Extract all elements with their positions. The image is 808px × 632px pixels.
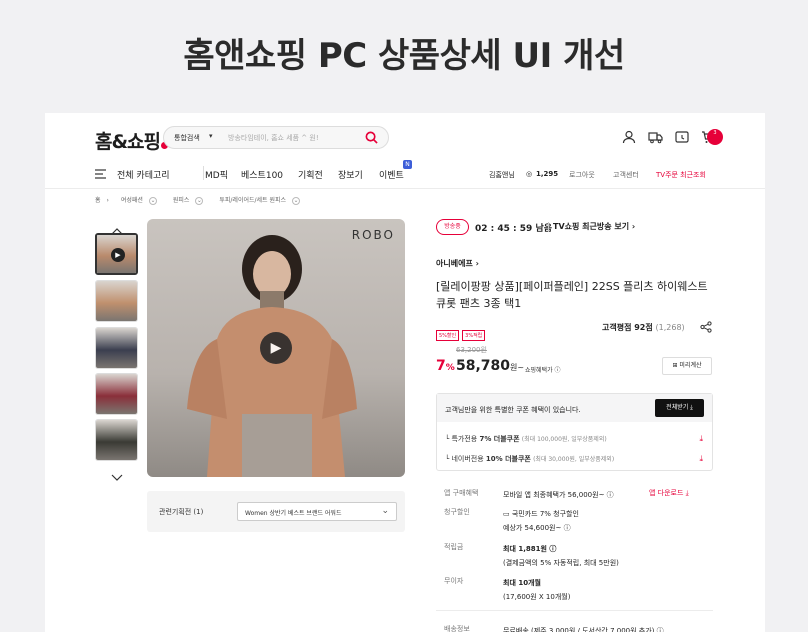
- coupon-row: └ 특가전용 7% 더블쿠폰 (최대 100,000원, 일부상품제외) ⤓: [445, 434, 703, 444]
- site-logo[interactable]: 홈&쇼핑: [95, 127, 169, 154]
- search-icon[interactable]: [365, 131, 378, 144]
- cart-count-badge: 3: [707, 129, 723, 145]
- nav-item-grocery[interactable]: 장보기: [338, 168, 363, 181]
- delivery-truck-icon[interactable]: [648, 129, 664, 145]
- logout-link[interactable]: 로그아웃: [569, 170, 595, 180]
- broadcast-timer: 02 : 45 : 59 남음: [475, 224, 552, 234]
- search-input[interactable]: 방송타임테이, 홈쇼 세품 ^ 원!: [228, 133, 319, 143]
- thumbnail[interactable]: [95, 280, 138, 322]
- chevron-down-icon[interactable]: ⌄: [195, 197, 204, 205]
- tv-order-link[interactable]: TV주문 최근조회: [656, 170, 706, 180]
- points-icon: ◎: [526, 170, 533, 178]
- user-points[interactable]: 1,295: [536, 170, 558, 178]
- menu-icon[interactable]: [95, 169, 106, 182]
- thumbnail-video[interactable]: ▶: [95, 233, 138, 275]
- app-download-link[interactable]: 앱 다운로드 ⤓: [649, 488, 689, 498]
- main-nav: 전체 카테고리 MD픽 베스트100 기획전 장보기 이벤트 N 김홈앤님 ◎ …: [95, 160, 717, 186]
- all-category-button[interactable]: 전체 카테고리: [117, 168, 170, 181]
- tv-schedule-icon[interactable]: [675, 129, 691, 145]
- download-icon[interactable]: ⤓: [699, 434, 703, 444]
- expected-price: 예상가 54,600원~ ⓘ: [503, 524, 571, 532]
- on-air-badge: 방송중: [436, 219, 469, 235]
- related-promotion-select[interactable]: Women 상반기 베스트 브랜드 어워드 ⌄: [237, 502, 397, 521]
- original-price: 63,200원: [456, 346, 487, 354]
- chevron-down-icon: ⌄: [381, 506, 389, 516]
- discount-rate: 7%: [436, 358, 455, 374]
- thumb-down-icon[interactable]: [111, 466, 123, 485]
- thumbnail[interactable]: [95, 327, 138, 369]
- reward-tag: 3%적립: [462, 330, 486, 341]
- thumbnail[interactable]: [95, 373, 138, 415]
- sale-price: 58,780원~: [456, 358, 525, 374]
- get-all-coupons-button[interactable]: 전체받기 ⤓: [655, 399, 704, 417]
- chevron-down-icon[interactable]: ⌄: [148, 197, 157, 205]
- breadcrumb-item[interactable]: 여성패션: [121, 197, 143, 204]
- price-calc-button[interactable]: ⊞ 미리계산: [662, 357, 712, 375]
- review-count: (1,268): [655, 323, 685, 332]
- chevron-down-icon[interactable]: ▾: [209, 132, 213, 140]
- play-video-icon[interactable]: ▶: [260, 332, 292, 364]
- header-icons: 3: [622, 129, 723, 147]
- page-headline: 홈앤쇼핑 PC 상품상세 UI 개선: [183, 36, 625, 76]
- play-icon: ▶: [111, 248, 125, 262]
- main-product-image[interactable]: ROBO ▶: [147, 219, 405, 477]
- breadcrumb: 홈 › 여성패션 ⌄ 원피스 ⌄ 투피/레이어드/세트 원피스 ⌄: [95, 197, 301, 205]
- calculator-icon: ⊞: [672, 362, 678, 369]
- breadcrumb-item[interactable]: 원피스: [173, 197, 190, 204]
- related-promotion-label: 관련기획전 (1): [159, 508, 204, 516]
- user-icon[interactable]: [622, 129, 638, 145]
- card-discount-link[interactable]: ▭ 국민카드 7% 청구할인: [503, 507, 579, 521]
- nav-item-event[interactable]: 이벤트: [379, 168, 404, 181]
- customer-center-link[interactable]: 고객센터: [613, 170, 639, 180]
- shopping-benefit-price[interactable]: 쇼핑혜택가 ⓘ: [525, 365, 561, 374]
- product-title: [릴레이팡팡 상품][페이퍼플레인] 22SS 플리츠 하이웨스트 큐롯 팬츠 …: [436, 280, 708, 310]
- search-bar[interactable]: 통합검색 ▾ 방송타임테이, 홈쇼 세품 ^ 원!: [163, 126, 389, 149]
- tv-recent-broadcast-link[interactable]: TV쇼핑 최근방송 보기 ›: [553, 221, 635, 232]
- coupon-row: └ 네이버전용 10% 더블쿠폰 (최대 30,000원, 일부상품제외) ⤓: [445, 454, 703, 464]
- brand-watermark: ROBO: [351, 228, 395, 242]
- nav-item-promotion[interactable]: 기획전: [298, 168, 323, 181]
- chevron-down-icon[interactable]: ⌄: [292, 197, 301, 205]
- breadcrumb-item[interactable]: 투피/레이어드/세트 원피스: [219, 197, 286, 204]
- search-category[interactable]: 통합검색: [174, 133, 200, 143]
- thumbnail[interactable]: [95, 419, 138, 461]
- breadcrumb-home[interactable]: 홈: [95, 197, 101, 204]
- benefit-tags: 5%할인 3%적립: [436, 322, 488, 341]
- seller-link[interactable]: 아니베에프 ›: [436, 258, 479, 269]
- related-promotion: 관련기획전 (1) Women 상반기 베스트 브랜드 어워드 ⌄: [147, 491, 405, 532]
- customer-rating[interactable]: 고객평점 92점 (1,268): [602, 322, 685, 333]
- nav-item-best100[interactable]: 베스트100: [241, 168, 283, 181]
- app-price: 모바일 앱 최종혜택가 56,000원~ ⓘ: [503, 491, 614, 499]
- user-name[interactable]: 김홈앤님: [489, 170, 515, 180]
- share-icon[interactable]: [700, 321, 712, 333]
- discount-tag: 5%할인: [436, 330, 460, 341]
- nav-item-md-pick[interactable]: MD픽: [205, 168, 228, 181]
- event-new-badge: N: [403, 160, 412, 169]
- download-icon[interactable]: ⤓: [699, 454, 703, 464]
- coupon-box: 고객님만을 위한 특별한 쿠폰 혜택이 있습니다. 전체받기 ⤓ └ 특가전용 …: [436, 393, 713, 471]
- product-detail-page: 홈&쇼핑 통합검색 ▾ 방송타임테이, 홈쇼 세품 ^ 원! 3 전체 카테고리…: [45, 113, 765, 632]
